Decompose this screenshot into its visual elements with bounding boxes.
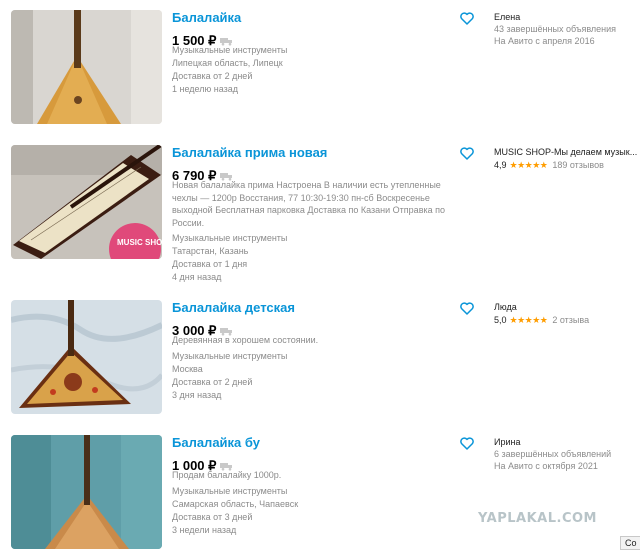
- listing-title[interactable]: Балалайка прима новая: [172, 145, 327, 160]
- listing-delivery: Доставка от 2 дней: [172, 377, 253, 387]
- seller-since: На Авито с октября 2021: [494, 461, 598, 471]
- listing-description: Новая балалайка прима Настроена В наличи…: [172, 180, 445, 228]
- seller-info: MUSIC SHOP-Мы делаем музык... 4,9 ★★★★★ …: [494, 146, 640, 171]
- listing-title[interactable]: Балалайка детская: [172, 300, 295, 315]
- listing-posted: 3 дня назад: [172, 390, 222, 400]
- listing-details: Продам балалайку 1000р. Музыкальные инст…: [172, 469, 462, 537]
- star-rating-icon: ★★★★★: [509, 315, 548, 325]
- listing-description: Продам балалайку 1000р.: [172, 470, 282, 480]
- seller-completed: 43 завершённых объявления: [494, 24, 617, 34]
- seller-rating: 5,0 ★★★★★ 2 отзыва: [494, 314, 640, 326]
- corner-button[interactable]: Co: [620, 536, 640, 550]
- listing-delivery: Доставка от 1 дня: [172, 259, 248, 269]
- listing-location: Москва: [172, 364, 203, 374]
- listing-category: Музыкальные инструменты: [172, 45, 288, 55]
- listing-posted: 4 дня назад: [172, 272, 222, 282]
- listing-details: Деревянная в хорошем состоянии. Музыкаль…: [172, 334, 462, 402]
- seller-rating: 4,9 ★★★★★ 189 отзывов: [494, 159, 640, 171]
- listing-location: Татарстан, Казань: [172, 246, 249, 256]
- heart-outline-icon[interactable]: [460, 147, 474, 160]
- seller-info: Люда 5,0 ★★★★★ 2 отзыва: [494, 301, 640, 326]
- reviews-link[interactable]: 2 отзыва: [552, 314, 589, 326]
- heart-outline-icon[interactable]: [460, 437, 474, 450]
- listing-location: Самарская область, Чапаевск: [172, 499, 299, 509]
- listing-category: Музыкальные инструменты: [172, 486, 288, 496]
- listing-description: Деревянная в хорошем состоянии.: [172, 335, 319, 345]
- rating-value: 4,9: [494, 160, 507, 170]
- listing-details: Музыкальные инструменты Липецкая область…: [172, 44, 462, 96]
- listing-details: Новая балалайка прима Настроена В наличи…: [172, 179, 462, 284]
- listing-posted: 1 неделю назад: [172, 84, 239, 94]
- heart-outline-icon[interactable]: [460, 302, 474, 315]
- listing-photo[interactable]: MUSIC SHOP: [11, 145, 162, 259]
- seller-completed: 6 завершённых объявлений: [494, 449, 612, 459]
- seller-name[interactable]: Елена: [494, 11, 640, 23]
- listing-photo[interactable]: [11, 300, 162, 414]
- seller-name[interactable]: MUSIC SHOP-Мы делаем музык...: [494, 146, 640, 158]
- reviews-link[interactable]: 189 отзывов: [552, 159, 604, 171]
- listing-category: Музыкальные инструменты: [172, 351, 288, 361]
- listing-delivery: Доставка от 2 дней: [172, 71, 253, 81]
- listing-location: Липецкая область, Липецк: [172, 58, 283, 68]
- listing-photo[interactable]: [11, 10, 162, 124]
- star-rating-icon: ★★★★★: [509, 160, 548, 170]
- listing-photo[interactable]: [11, 435, 162, 549]
- shop-badge-text: MUSIC SHOP: [117, 238, 162, 247]
- seller-info: Елена 43 завершённых объявления На Авито…: [494, 11, 640, 47]
- rating-value: 5,0: [494, 315, 507, 325]
- listing-title[interactable]: Балалайка бу: [172, 435, 260, 450]
- listing-category: Музыкальные инструменты: [172, 233, 288, 243]
- watermark-logo: YAPLAKAL.COM: [478, 511, 597, 526]
- seller-since: На Авито с апреля 2016: [494, 36, 595, 46]
- listing-title[interactable]: Балалайка: [172, 10, 241, 25]
- heart-outline-icon[interactable]: [460, 12, 474, 25]
- seller-name[interactable]: Ирина: [494, 436, 640, 448]
- listing-delivery: Доставка от 3 дней: [172, 512, 253, 522]
- listing-posted: 3 недели назад: [172, 525, 237, 535]
- seller-info: Ирина 6 завершённых объявлений На Авито …: [494, 436, 640, 472]
- seller-name[interactable]: Люда: [494, 301, 640, 313]
